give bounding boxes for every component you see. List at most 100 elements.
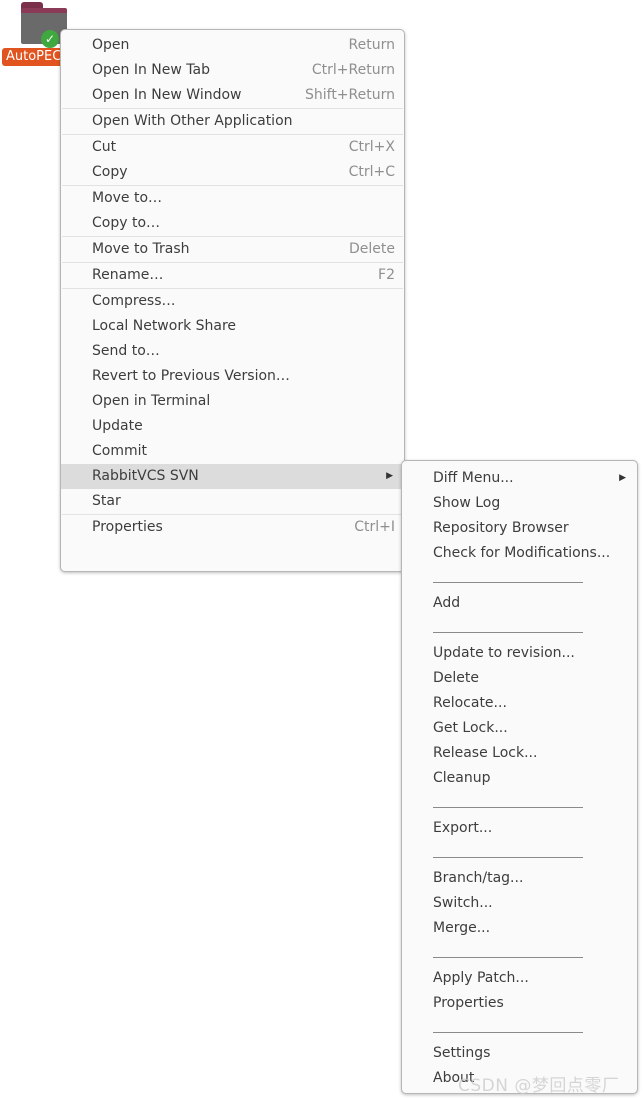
menu-separator (402, 566, 637, 591)
menu-item-label: Send to… (92, 343, 160, 359)
menu-item-label: Star (92, 493, 121, 509)
menu-item-label: Move to… (92, 190, 163, 206)
menu-item-commit[interactable]: Commit (61, 439, 404, 464)
menu-item-open[interactable]: Open Return (61, 33, 404, 58)
separator-line (433, 632, 583, 633)
menu-item-label: Update (92, 418, 143, 434)
menu-item-label: Open in Terminal (92, 393, 211, 409)
menu-item-label: Open With Other Application (92, 113, 293, 129)
menu-item-shortcut: Ctrl+X (348, 139, 395, 155)
menu-item-label: Update to revision... (433, 645, 575, 661)
menu-item-star[interactable]: Star (61, 489, 404, 514)
separator-line (433, 582, 583, 583)
menu-item-shortcut: Return (348, 37, 395, 53)
menu-item-label: Open In New Tab (92, 62, 210, 78)
separator-line (433, 1032, 583, 1033)
separator-line (433, 957, 583, 958)
menu-item-label: Add (433, 595, 461, 611)
separator-line (433, 857, 583, 858)
submenu-item-export[interactable]: Export... (402, 816, 637, 841)
submenu-item-delete[interactable]: Delete (402, 666, 637, 691)
submenu-item-get-lock[interactable]: Get Lock... (402, 716, 637, 741)
rabbitvcs-submenu: Diff Menu... ▶ Show Log Repository Browser C… (401, 460, 638, 1094)
menu-item-label: Copy to… (92, 215, 161, 231)
menu-item-label: Diff Menu... (433, 470, 514, 486)
menu-item-label: Relocate... (433, 695, 507, 711)
menu-item-update[interactable]: Update (61, 414, 404, 439)
submenu-item-relocate[interactable]: Relocate... (402, 691, 637, 716)
menu-item-revert-to-previous-version[interactable]: Revert to Previous Version… (61, 364, 404, 389)
menu-item-label: Open In New Window (92, 87, 242, 103)
menu-item-label: Delete (433, 670, 479, 686)
check-emblem-icon: ✓ (41, 30, 59, 48)
menu-item-send-to[interactable]: Send to… (61, 339, 404, 364)
menu-item-move-to-trash[interactable]: Move to Trash Delete (61, 237, 404, 262)
menu-item-label: Properties (92, 519, 163, 535)
menu-item-label: Cleanup (433, 770, 491, 786)
folder-label[interactable]: AutoPEC (2, 48, 66, 66)
submenu-item-release-lock[interactable]: Release Lock... (402, 741, 637, 766)
menu-item-shortcut: Ctrl+Return (311, 62, 395, 78)
submenu-item-add[interactable]: Add (402, 591, 637, 616)
menu-item-copy[interactable]: Copy Ctrl+C (61, 160, 404, 185)
menu-item-label: Apply Patch... (433, 970, 529, 986)
menu-item-label: Local Network Share (92, 318, 237, 334)
submenu-arrow-icon: ▶ (386, 471, 393, 481)
menu-item-label: Copy (92, 164, 128, 180)
menu-separator (402, 1016, 637, 1041)
submenu-item-merge[interactable]: Merge... (402, 916, 637, 941)
menu-item-label: Rename… (92, 267, 164, 283)
submenu-item-diff-menu[interactable]: Diff Menu... ▶ (402, 466, 637, 491)
menu-item-label: Check for Modifications... (433, 545, 611, 561)
menu-separator (402, 791, 637, 816)
menu-item-shortcut: F2 (378, 267, 395, 283)
menu-item-label: Export... (433, 820, 493, 836)
menu-item-move-to[interactable]: Move to… (61, 186, 404, 211)
menu-separator (402, 941, 637, 966)
menu-item-shortcut: Delete (349, 241, 395, 257)
menu-item-label: Revert to Previous Version… (92, 368, 290, 384)
menu-item-label: Show Log (433, 495, 501, 511)
menu-item-label: About (433, 1070, 475, 1086)
menu-item-label: Move to Trash (92, 241, 190, 257)
menu-item-label: Settings (433, 1045, 491, 1061)
menu-item-open-with-other-application[interactable]: Open With Other Application (61, 109, 404, 134)
submenu-item-show-log[interactable]: Show Log (402, 491, 637, 516)
menu-item-local-network-share[interactable]: Local Network Share (61, 314, 404, 339)
menu-item-label: Repository Browser (433, 520, 569, 536)
menu-item-properties[interactable]: Properties Ctrl+I (61, 515, 404, 540)
submenu-item-cleanup[interactable]: Cleanup (402, 766, 637, 791)
submenu-arrow-icon: ▶ (619, 473, 626, 483)
menu-item-label: Switch... (433, 895, 493, 911)
context-menu: Open Return Open In New Tab Ctrl+Return Open… (60, 29, 405, 572)
menu-item-label: Get Lock... (433, 720, 508, 736)
menu-item-shortcut: Ctrl+C (348, 164, 395, 180)
menu-item-label: Merge... (433, 920, 491, 936)
menu-item-compress[interactable]: Compress… (61, 289, 404, 314)
menu-item-open-in-new-window[interactable]: Open In New Window Shift+Return (61, 83, 404, 108)
menu-item-label: Cut (92, 139, 117, 155)
submenu-item-switch[interactable]: Switch... (402, 891, 637, 916)
menu-item-shortcut: Ctrl+I (354, 519, 395, 535)
menu-item-label: Branch/tag... (433, 870, 524, 886)
menu-item-open-in-terminal[interactable]: Open in Terminal (61, 389, 404, 414)
menu-item-label: Commit (92, 443, 147, 459)
separator-line (433, 807, 583, 808)
menu-item-cut[interactable]: Cut Ctrl+X (61, 135, 404, 160)
menu-item-open-in-new-tab[interactable]: Open In New Tab Ctrl+Return (61, 58, 404, 83)
submenu-item-properties[interactable]: Properties (402, 991, 637, 1016)
menu-item-shortcut: Shift+Return (304, 87, 395, 103)
submenu-item-about[interactable]: About (402, 1066, 637, 1091)
submenu-item-repository-browser[interactable]: Repository Browser (402, 516, 637, 541)
menu-separator (402, 616, 637, 641)
menu-item-label: Open (92, 37, 130, 53)
submenu-item-check-for-modifications[interactable]: Check for Modifications... (402, 541, 637, 566)
submenu-item-branch-tag[interactable]: Branch/tag... (402, 866, 637, 891)
submenu-item-settings[interactable]: Settings (402, 1041, 637, 1066)
submenu-item-update-to-revision[interactable]: Update to revision... (402, 641, 637, 666)
menu-item-rename[interactable]: Rename… F2 (61, 263, 404, 288)
submenu-item-apply-patch[interactable]: Apply Patch... (402, 966, 637, 991)
menu-item-rabbitvcs-svn[interactable]: RabbitVCS SVN ▶ (61, 464, 404, 489)
menu-item-copy-to[interactable]: Copy to… (61, 211, 404, 236)
menu-item-label: Properties (433, 995, 504, 1011)
